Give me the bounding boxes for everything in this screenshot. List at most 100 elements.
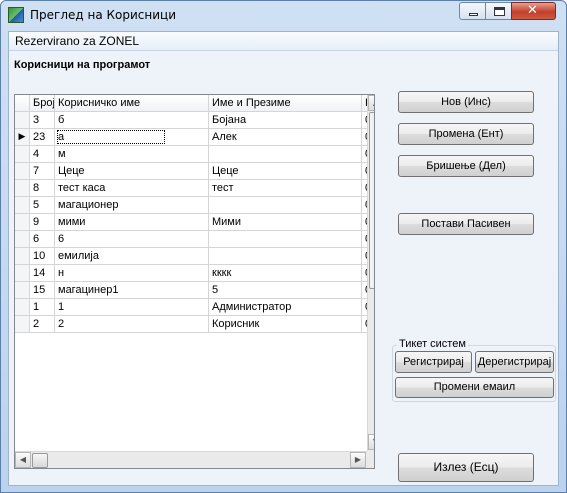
exit-button[interactable]: Излез (Есц)	[398, 453, 534, 482]
table-row[interactable]: 22Корисник0	[15, 316, 374, 333]
table-cell-broj[interactable]: 4	[30, 146, 55, 163]
cell-text: магационер	[58, 199, 119, 211]
table-row[interactable]: 9мимиМими0	[15, 214, 374, 231]
column-header-fullname[interactable]: Име и Презиме	[209, 95, 362, 112]
column-header-username[interactable]: Корисничко име	[55, 95, 209, 112]
row-header[interactable]	[15, 316, 30, 333]
table-cell-name[interactable]: Мими	[209, 214, 362, 231]
table-cell-name[interactable]	[209, 197, 362, 214]
table-row[interactable]: 5магационер0	[15, 197, 374, 214]
table-cell-name[interactable]	[209, 231, 362, 248]
table-cell-name[interactable]: Администратор	[209, 299, 362, 316]
row-header[interactable]	[15, 146, 30, 163]
register-button[interactable]: Регистрирај	[395, 351, 472, 373]
menu-item-rezervirano[interactable]: Rezervirano za ZONEL	[15, 34, 139, 48]
cell-text: 1	[33, 301, 40, 313]
table-cell-user[interactable]: 6	[55, 231, 209, 248]
unregister-button[interactable]: Дерегистрирај	[475, 351, 554, 373]
table-cell-broj[interactable]: 23	[30, 129, 55, 146]
row-header-corner	[15, 95, 30, 112]
horizontal-scroll-thumb[interactable]	[32, 453, 48, 468]
table-row[interactable]: 15магацинер150	[15, 282, 374, 299]
table-row[interactable]: 10емилија0	[15, 248, 374, 265]
table-cell-name[interactable]: Бојана	[209, 112, 362, 129]
set-passive-button[interactable]: Постави Пасивен	[398, 213, 534, 235]
row-header[interactable]	[15, 248, 30, 265]
column-header-broj[interactable]: Број	[30, 95, 55, 112]
table-row[interactable]: 14нкккк0	[15, 265, 374, 282]
close-button[interactable]: ✕	[511, 2, 556, 20]
delete-button[interactable]: Бришење (Дел)	[398, 155, 534, 177]
row-header[interactable]	[15, 180, 30, 197]
table-cell-broj[interactable]: 8	[30, 180, 55, 197]
table-cell-broj[interactable]: 2	[30, 316, 55, 333]
scroll-up-button[interactable]: ▲	[368, 95, 374, 111]
table-cell-broj[interactable]: 7	[30, 163, 55, 180]
table-cell-broj[interactable]: 9	[30, 214, 55, 231]
table-cell-name[interactable]: Корисник	[209, 316, 362, 333]
row-header[interactable]	[15, 112, 30, 129]
table-row[interactable]: 4м0	[15, 146, 374, 163]
table-cell-name[interactable]: кккк	[209, 265, 362, 282]
maximize-button[interactable]	[485, 2, 512, 20]
table-row[interactable]: 660	[15, 231, 374, 248]
scroll-down-button[interactable]: ▼	[368, 434, 374, 450]
scroll-left-button[interactable]: ◀	[15, 452, 31, 468]
table-row[interactable]: ▶23аАлек0	[15, 129, 374, 146]
cell-text: 9	[33, 216, 40, 228]
row-header[interactable]	[15, 231, 30, 248]
table-cell-name[interactable]: тест	[209, 180, 362, 197]
table-cell-name[interactable]	[209, 248, 362, 265]
table-cell-user[interactable]: б	[55, 112, 209, 129]
cell-text: а	[56, 130, 166, 144]
row-header[interactable]	[15, 265, 30, 282]
table-cell-user[interactable]: 1	[55, 299, 209, 316]
new-button[interactable]: Нов (Инс)	[398, 91, 534, 113]
table-cell-name[interactable]	[209, 146, 362, 163]
table-cell-user[interactable]: емилија	[55, 248, 209, 265]
table-cell-name[interactable]: Цеце	[209, 163, 362, 180]
table-cell-user[interactable]: магацинер1	[55, 282, 209, 299]
table-cell-user[interactable]: м	[55, 146, 209, 163]
row-header[interactable]: ▶	[15, 129, 30, 146]
table-cell-broj[interactable]: 5	[30, 197, 55, 214]
row-header[interactable]	[15, 299, 30, 316]
row-header[interactable]	[15, 163, 30, 180]
row-header[interactable]	[15, 282, 30, 299]
row-header[interactable]	[15, 214, 30, 231]
table-row[interactable]: 7ЦецеЦеце0	[15, 163, 374, 180]
row-header[interactable]	[15, 197, 30, 214]
table-cell-user[interactable]: магационер	[55, 197, 209, 214]
table-cell-name[interactable]: Алек	[209, 129, 362, 146]
scroll-right-button[interactable]: ▶	[350, 452, 366, 468]
users-grid[interactable]: Број Корисничко име Име и Презиме Н 3бБо…	[14, 94, 375, 469]
vertical-scroll-thumb[interactable]	[369, 112, 374, 289]
table-cell-user[interactable]: тест каса	[55, 180, 209, 197]
edit-button[interactable]: Промена (Ент)	[398, 123, 534, 145]
table-cell-user[interactable]: 2	[55, 316, 209, 333]
change-email-button[interactable]: Промени емаил	[395, 377, 554, 398]
title-bar[interactable]: Преглед на Корисници ✕	[1, 1, 566, 29]
table-cell-user[interactable]: н	[55, 265, 209, 282]
table-cell-user[interactable]: Цеце	[55, 163, 209, 180]
table-cell-broj[interactable]: 1	[30, 299, 55, 316]
table-cell-user[interactable]: мими	[55, 214, 209, 231]
table-row[interactable]: 11Администратор0	[15, 299, 374, 316]
vertical-scrollbar[interactable]: ▲ ▼	[367, 95, 374, 451]
table-row[interactable]: 8тест касатест0	[15, 180, 374, 197]
horizontal-scrollbar[interactable]: ◀ ▶	[15, 451, 367, 468]
table-cell-broj[interactable]: 14	[30, 265, 55, 282]
cell-text: 4	[33, 148, 40, 160]
table-cell-user[interactable]: а	[55, 129, 209, 146]
table-cell-broj[interactable]: 10	[30, 248, 55, 265]
table-cell-broj[interactable]: 15	[30, 282, 55, 299]
cell-text: 7	[33, 165, 40, 177]
table-cell-name[interactable]: 5	[209, 282, 362, 299]
table-row[interactable]: 3бБојана0	[15, 112, 374, 129]
maximize-icon	[494, 7, 505, 16]
minimize-button[interactable]	[459, 2, 486, 20]
table-cell-broj[interactable]: 3	[30, 112, 55, 129]
table-cell-broj[interactable]: 6	[30, 231, 55, 248]
client-area: Rezervirano za ZONEL Корисници на програ…	[8, 31, 559, 486]
cell-text: б	[58, 114, 65, 126]
